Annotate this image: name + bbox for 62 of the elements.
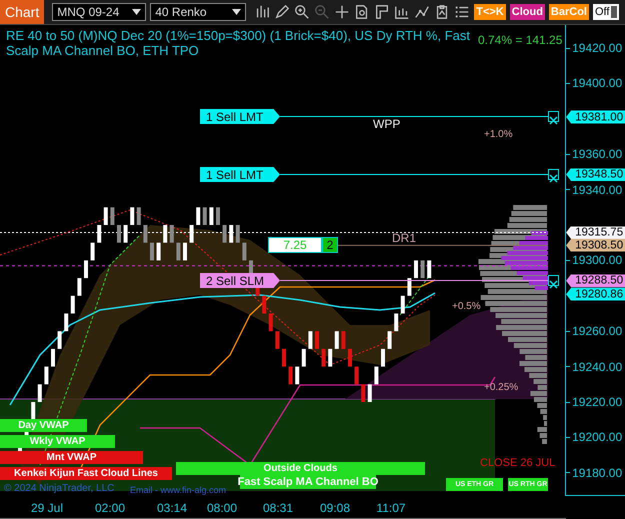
indicator-band: Wkly VWAP — [0, 435, 115, 448]
price-flag: 19315.75 — [566, 226, 625, 240]
time-label: 08:00 — [206, 501, 238, 515]
line-drawing-icon[interactable] — [414, 4, 430, 20]
price-tick-label: 19340.00 — [566, 182, 622, 197]
indicator-toggle[interactable]: Cloud — [510, 4, 545, 20]
caret-icon[interactable] — [132, 9, 142, 15]
time-label: 03:14 — [156, 501, 188, 515]
time-label: 02:00 — [94, 501, 126, 515]
price-tick-label: 19240.00 — [566, 360, 622, 374]
price-tick-label: 19300.00 — [566, 253, 622, 268]
close-order-icon[interactable] — [548, 111, 559, 122]
crosshair-icon[interactable] — [334, 4, 350, 20]
time-label: 09:08 — [320, 501, 350, 515]
chart-title: RE 40 to 50 (M)NQ Dec 20 (1%=150p=$300) (1 Brick=$40), US Dy RTH %, Fast Scalp MA Channel BO, ETH TPO — [6, 28, 471, 58]
copyright-text: © 2024 NinjaTrader, LLC — [4, 483, 114, 494]
level-label: +0.25% — [484, 382, 518, 393]
price-tick-label: 19200.00 — [566, 430, 622, 444]
order-label[interactable]: 1 Sell LMT — [200, 109, 280, 124]
position-pnl: 7.25 — [268, 237, 322, 253]
chart-tab[interactable]: Chart — [0, 0, 44, 24]
zoom-in-icon[interactable] — [294, 4, 310, 20]
price-flag: 19381.00 — [566, 110, 625, 124]
price-tick-label: 19400.00 — [566, 76, 622, 90]
price-flag: 19288.50 — [566, 274, 625, 288]
email-text: Email - www.fin-alg.com — [130, 485, 226, 495]
tpo-profile — [501, 231, 548, 290]
position-quantity: 2 — [322, 237, 338, 253]
price-tick-label: 19420.00 — [566, 41, 622, 55]
instrument-dropdown[interactable]: MNQ 09-24 — [52, 3, 146, 21]
indicator-band: Kenkei Kijun Fast Cloud Lines — [0, 467, 172, 480]
range-readout: 0.74% = 141.25 — [478, 33, 562, 47]
close-order-icon[interactable] — [548, 275, 559, 286]
bar-chart-icon[interactable] — [254, 4, 270, 20]
time-label: 29 Jul — [30, 501, 64, 515]
caret-icon[interactable] — [232, 9, 242, 15]
close-order-icon[interactable] — [548, 169, 559, 180]
chart-frame-icon[interactable] — [394, 4, 410, 20]
price-tick-label: 19360.00 — [566, 147, 622, 162]
close-label: CLOSE 26 JUL — [480, 457, 556, 469]
order-label[interactable]: 2 Sell SLM — [200, 273, 280, 288]
order-label[interactable]: 1 Sell LMT — [200, 167, 280, 182]
price-tick-label: 19220.00 — [566, 395, 622, 409]
price-flag: 19308.50 — [566, 238, 625, 252]
list-icon[interactable] — [454, 4, 470, 20]
price-flag: 19348.50 — [566, 168, 625, 182]
time-label: 08:31 — [262, 501, 294, 515]
indicator-band: Outside Clouds — [176, 462, 425, 475]
price-tick-label: 19180.00 — [566, 466, 622, 480]
level-label: +0.5% — [452, 301, 481, 312]
flag-icon[interactable] — [374, 4, 390, 20]
indicator-band: Day VWAP — [0, 419, 87, 432]
level-label: DR1 — [392, 231, 416, 245]
mode-dropdown[interactable]: Off — [592, 4, 620, 20]
level-label: +1.0% — [484, 129, 513, 140]
time-label: 11:07 — [376, 501, 406, 515]
level-label: WPP — [373, 117, 400, 131]
pencil-icon[interactable] — [274, 4, 290, 20]
bar-type-dropdown[interactable]: 40 Renko — [150, 3, 246, 21]
price-flag: 19280.86 — [566, 288, 625, 301]
indicator-band: Mnt VWAP — [0, 451, 143, 464]
price-tick-label: 19260.00 — [566, 324, 622, 338]
